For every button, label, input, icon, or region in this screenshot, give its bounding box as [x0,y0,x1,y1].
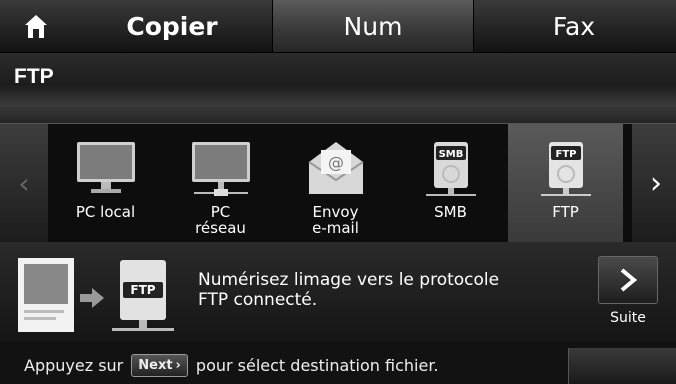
dest-label: PC [210,203,231,221]
hint-before: Appuyez sur [24,356,124,375]
info-description: Numérisez limage vers le protocole FTP c… [198,270,578,310]
instruction-bar: Appuyez sur Next › pour sélect destinati… [0,342,676,384]
info-line-1: Numérisez limage vers le protocole [198,270,500,290]
dest-label-sub: réseau [195,219,246,237]
tab-copier[interactable]: Copier [72,0,272,52]
hint-after: pour sélect destination fichier. [195,356,439,375]
dest-smb[interactable]: SMB SMB [393,124,508,242]
monitor-icon [76,142,135,193]
suite-button[interactable]: Suite [598,256,658,334]
tab-num[interactable]: Num [272,0,474,52]
chevron-left-icon: ‹ [18,166,30,200]
title-bar: FTP [0,53,676,123]
next-key-label: Next [138,358,173,373]
bottom-right-panel [568,348,676,384]
dest-label: SMB [434,203,467,221]
info-ftp-badge: FTP [130,283,155,297]
svg-text:@: @ [328,153,344,172]
dest-label: FTP [552,203,579,221]
carousel-next-button[interactable]: › [632,124,676,242]
suite-label: Suite [610,310,646,326]
ftp-server-icon: FTP [540,142,591,196]
dest-pc-local[interactable]: PC local [48,124,163,242]
dest-email[interactable]: @ Envoy e-mail [278,124,393,242]
info-line-2: FTP connecté. [198,290,318,310]
next-key-badge: Next › [131,354,188,377]
ftp-badge: FTP [555,149,576,160]
home-icon [25,15,47,38]
info-panel: FTP Numérisez limage vers le protocole F… [0,242,676,342]
dest-label-sub: e-mail [312,219,359,237]
top-tab-bar: Copier Num Fax [0,0,676,53]
scan-to-ftp-illustration: FTP [18,258,174,332]
dest-ftp[interactable]: FTP FTP [508,124,623,242]
instruction-text: Appuyez sur Next › pour sélect destinati… [24,354,439,377]
destination-carousel: ‹ PC local PC réseau @ Envoy e-mail SMB … [0,123,676,243]
smb-server-icon: SMB [425,142,476,196]
dest-label: Envoy [312,203,359,221]
smb-badge: SMB [438,149,463,160]
home-button[interactable] [0,0,72,52]
chevron-right-icon [620,268,638,292]
dest-pc-network[interactable]: PC réseau [163,124,278,242]
network-monitor-icon [191,142,250,196]
page-title: FTP [14,65,54,88]
dest-label: PC local [75,203,136,221]
chevron-right-icon: › [650,165,662,201]
envelope-icon: @ [307,142,364,194]
tab-fax[interactable]: Fax [472,0,676,52]
carousel-prev-button[interactable]: ‹ [0,124,48,242]
chevron-right-icon: › [175,358,181,373]
carousel-items: PC local PC réseau @ Envoy e-mail SMB SM… [48,124,632,242]
